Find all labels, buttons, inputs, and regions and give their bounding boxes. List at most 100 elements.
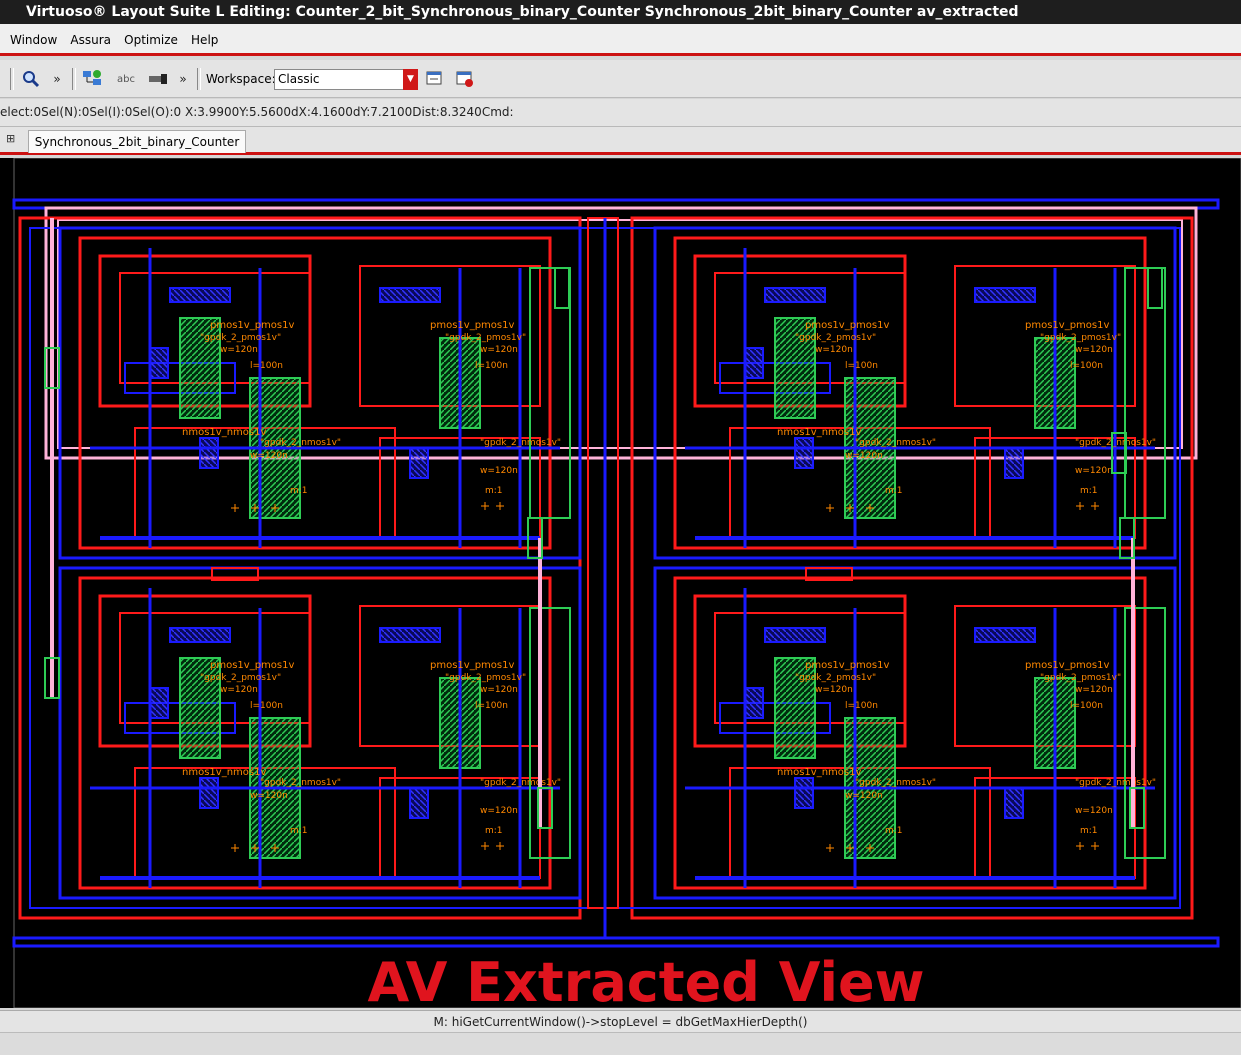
- metal1-contact: [379, 627, 441, 643]
- toolbar-grip[interactable]: [72, 68, 76, 90]
- workspace-save-icon[interactable]: [424, 69, 446, 89]
- device-label-w: w=120n: [845, 791, 883, 801]
- metal1-contact: [1004, 787, 1024, 819]
- device-label-l: l=100n: [475, 701, 508, 711]
- device-label-w: w=120n: [845, 451, 883, 461]
- metal1-rail: [12, 936, 1220, 948]
- command-line[interactable]: M: hiGetCurrentWindow()->stopLevel = dbG…: [0, 1010, 1241, 1033]
- device-label-w: w=120n: [250, 791, 288, 801]
- tab-synchronous-counter[interactable]: Synchronous_2bit_binary_Counter: [28, 130, 246, 153]
- menu-assura[interactable]: Assura: [70, 24, 111, 56]
- device-label-pmos-model: "gpdk_2_pmos1v": [445, 673, 526, 683]
- device-label-pmos-model: "gpdk_2_pmos1v": [795, 673, 876, 683]
- hierarchy-icon[interactable]: [80, 69, 104, 89]
- metal1-contact: [974, 287, 1036, 303]
- device-label-l: l=100n: [250, 361, 283, 371]
- device-label-m: m:1: [1080, 486, 1098, 496]
- device-label-nmos: nmos1v_nmos1v: [777, 427, 861, 438]
- layout-canvas[interactable]: pmos1v_pmos1v "gpdk_2_pmos1v" w=120n l=100n…: [0, 157, 1241, 1014]
- metal1-contact: [1004, 447, 1024, 479]
- workspace-delete-icon[interactable]: [454, 69, 476, 89]
- toolbar-more-button-2[interactable]: »: [176, 69, 190, 89]
- toolbar-more-button[interactable]: »: [50, 69, 64, 89]
- device-label-w: w=120n: [815, 685, 853, 695]
- device-label-pmos-model: "gpdk_2_pmos1v": [200, 673, 281, 683]
- device-label-l: l=100n: [1070, 361, 1103, 371]
- device-label-pmos-model: "gpdk_2_pmos1v": [795, 333, 876, 343]
- toolbar-grip[interactable]: [10, 68, 14, 90]
- device-label-nmos: nmos1v_nmos1v: [777, 767, 861, 778]
- chevron-down-icon[interactable]: ▼: [403, 69, 418, 90]
- device-label-pmos: pmos1v_pmos1v: [1025, 660, 1109, 671]
- metal1-contact: [169, 287, 231, 303]
- device-label-nmos-model: "gpdk_2_nmos1v": [480, 778, 561, 788]
- menu-window[interactable]: Window: [10, 24, 57, 56]
- device-label-m: m:1: [290, 486, 308, 496]
- via-stack: [554, 267, 570, 309]
- device-label-w: w=120n: [480, 466, 518, 476]
- poly-wire: [587, 217, 619, 909]
- device-label-w: w=120n: [250, 451, 288, 461]
- device-label-w: w=120n: [815, 345, 853, 355]
- device-label-nmos: nmos1v_nmos1v: [182, 767, 266, 778]
- device-label-m: m:1: [1080, 826, 1098, 836]
- menu-optimize[interactable]: Optimize: [124, 24, 178, 56]
- device-label-w: w=120n: [480, 685, 518, 695]
- device-label-pmos: pmos1v_pmos1v: [430, 320, 514, 331]
- device-label-w: w=120n: [220, 345, 258, 355]
- workspace-select[interactable]: Classic ▼: [274, 69, 418, 90]
- device-label-nmos-model: "gpdk_2_nmos1v": [1075, 438, 1156, 448]
- workspace-label: Workspace:: [206, 72, 276, 86]
- device-label-w: w=120n: [1075, 685, 1113, 695]
- device-label-w: w=120n: [220, 685, 258, 695]
- tab-bar: ⊞ Synchronous_2bit_binary_Counter: [0, 127, 1241, 155]
- device-label-nmos-model: "gpdk_2_nmos1v": [260, 778, 341, 788]
- via-stack: [1147, 267, 1163, 309]
- device-label-l: l=100n: [845, 701, 878, 711]
- layout-icon: ⊞: [6, 132, 16, 145]
- device-label-m: m:1: [485, 826, 503, 836]
- metal1-contact: [764, 627, 826, 643]
- status-line: elect:0Sel(N):0Sel(I):0Sel(O):0 X:3.9900…: [0, 99, 1241, 127]
- device-label-pmos-model: "gpdk_2_pmos1v": [1040, 673, 1121, 683]
- device-label-w: w=120n: [480, 806, 518, 816]
- device-label-pmos-model: "gpdk_2_pmos1v": [1040, 333, 1121, 343]
- metal1-contact: [169, 627, 231, 643]
- menu-help[interactable]: Help: [191, 24, 218, 56]
- device-label-pmos: pmos1v_pmos1v: [210, 660, 294, 671]
- toolbar-grip[interactable]: [197, 68, 201, 90]
- device-label-pmos: pmos1v_pmos1v: [430, 660, 514, 671]
- device-label-m: m:1: [290, 826, 308, 836]
- device-label-m: m:1: [885, 486, 903, 496]
- metal1-contact: [149, 347, 169, 379]
- av-extracted-title: AV Extracted View: [367, 951, 924, 1008]
- device-label-l: l=100n: [1070, 701, 1103, 711]
- device-label-nmos-model: "gpdk_2_nmos1v": [260, 438, 341, 448]
- window-title: Virtuoso® Layout Suite L Editing: Counte…: [0, 0, 1241, 24]
- device-label-nmos-model: "gpdk_2_nmos1v": [480, 438, 561, 448]
- pin-icon[interactable]: [146, 69, 170, 89]
- device-label-nmos: nmos1v_nmos1v: [182, 427, 266, 438]
- metal1-contact: [794, 437, 814, 469]
- metal1-contact: [149, 687, 169, 719]
- zoom-icon[interactable]: [20, 69, 42, 89]
- metal1-contact: [974, 627, 1036, 643]
- device-label-pmos: pmos1v_pmos1v: [805, 320, 889, 331]
- device-label-w: w=120n: [1075, 466, 1113, 476]
- device-label-nmos-model: "gpdk_2_nmos1v": [1075, 778, 1156, 788]
- metal1-contact: [409, 447, 429, 479]
- device-label-l: l=100n: [845, 361, 878, 371]
- toolbar: » abc » Workspace: Classic ▼: [0, 60, 1241, 98]
- device-label-m: m:1: [485, 486, 503, 496]
- metal1-contact: [379, 287, 441, 303]
- device-label-pmos: pmos1v_pmos1v: [805, 660, 889, 671]
- menu-bar: Window Assura Optimize Help: [0, 24, 1241, 56]
- label-abc-button[interactable]: abc: [112, 69, 140, 89]
- device-label-pmos-model: "gpdk_2_pmos1v": [200, 333, 281, 343]
- layout-drawing[interactable]: pmos1v_pmos1v "gpdk_2_pmos1v" w=120n l=100n…: [0, 157, 1241, 1014]
- metal1-contact: [744, 687, 764, 719]
- device-label-nmos-model: "gpdk_2_nmos1v": [855, 438, 936, 448]
- metal1-contact: [199, 437, 219, 469]
- device-label-l: l=100n: [475, 361, 508, 371]
- device-label-m: m:1: [885, 826, 903, 836]
